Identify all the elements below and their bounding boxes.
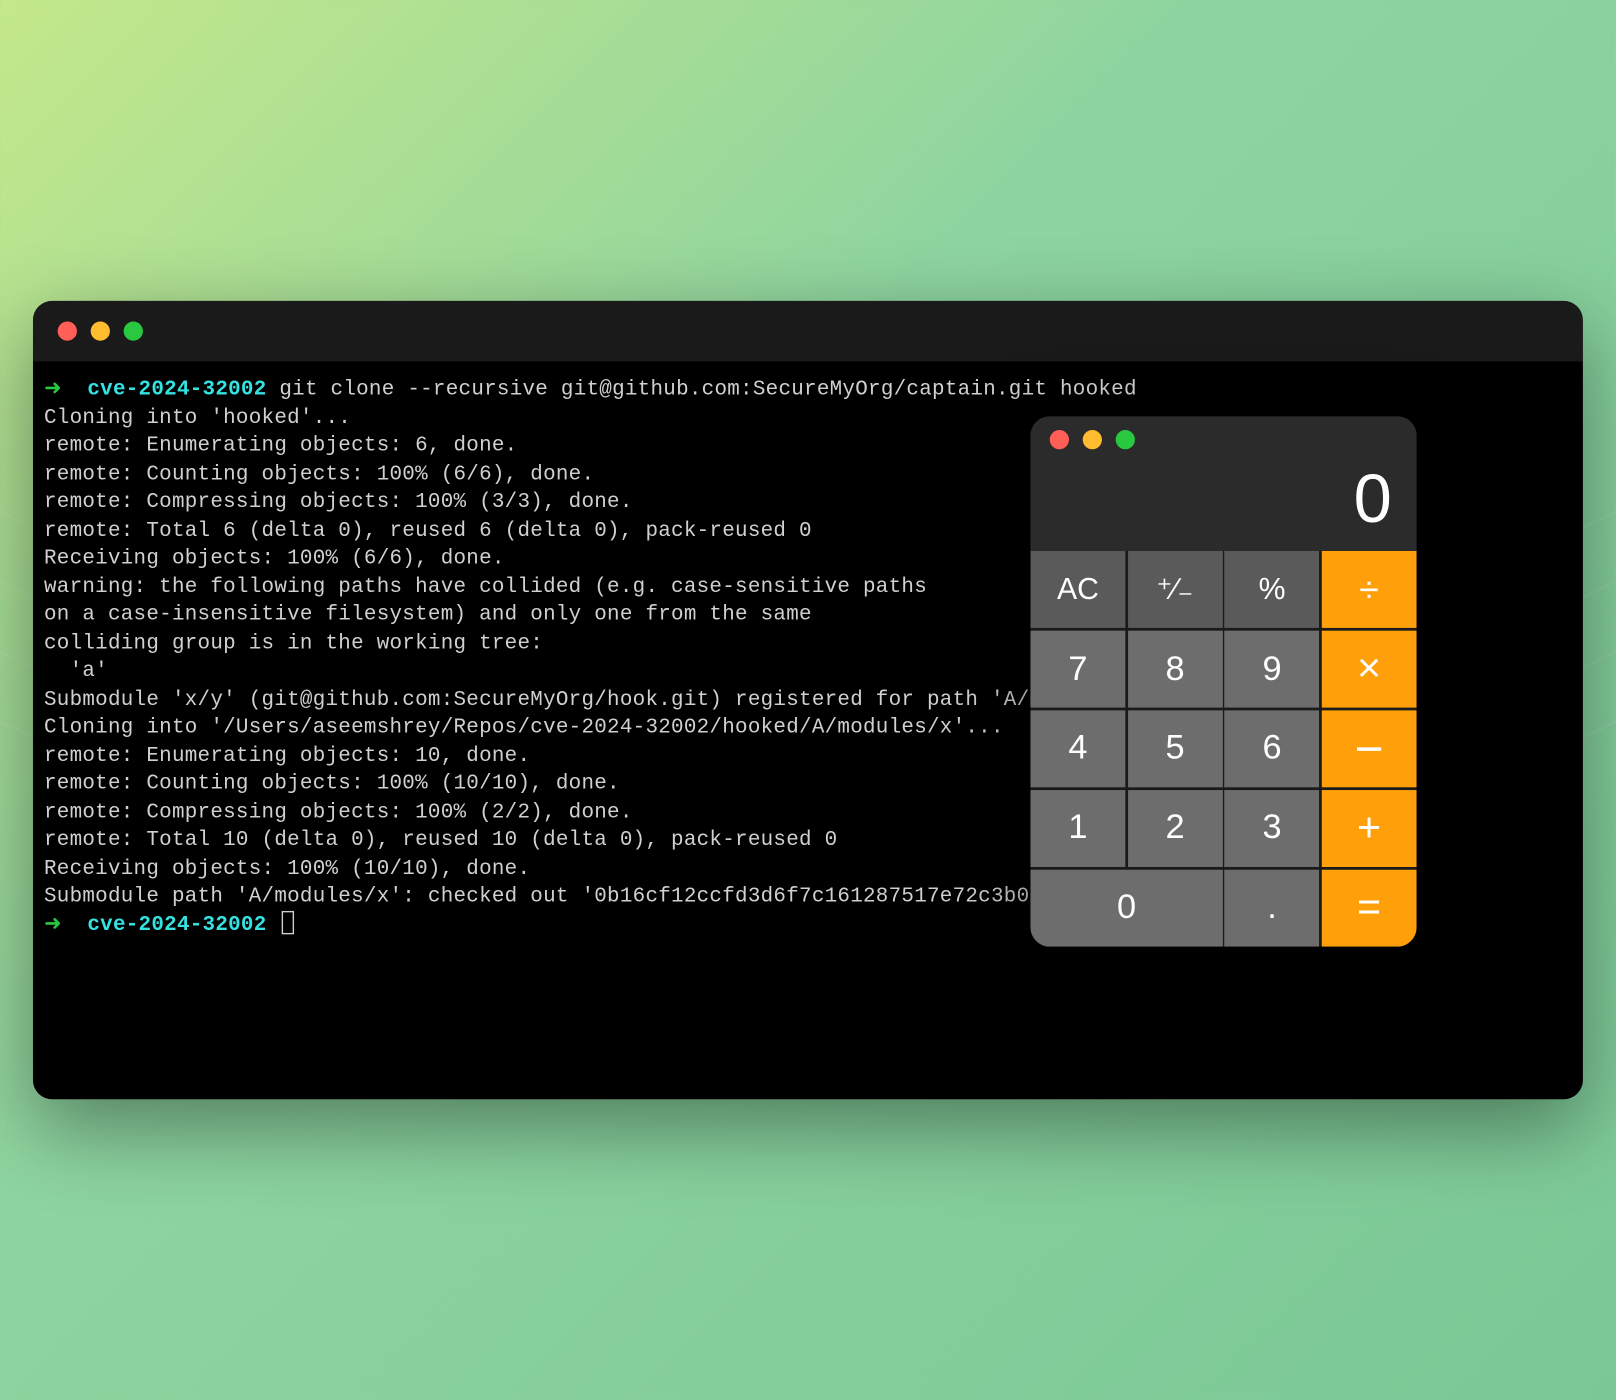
close-icon[interactable]	[58, 322, 77, 341]
prompt-cwd: cve-2024-32002	[87, 376, 266, 401]
ac-button[interactable]: AC	[1031, 551, 1126, 628]
percent-button[interactable]: %	[1225, 551, 1320, 628]
minus-button[interactable]: −	[1322, 710, 1417, 787]
cursor-icon	[282, 910, 294, 933]
zoom-icon[interactable]	[1116, 430, 1135, 449]
prompt-line: ➜ cve-2024-32002 git clone --recursive g…	[44, 375, 1572, 403]
terminal-titlebar[interactable]	[33, 301, 1583, 361]
sign-button[interactable]: ⁺∕₋	[1128, 551, 1223, 628]
eight-button[interactable]: 8	[1128, 631, 1223, 709]
two-button[interactable]: 2	[1128, 790, 1223, 868]
close-icon[interactable]	[1050, 430, 1069, 449]
prompt-arrow-icon: ➜	[44, 376, 62, 401]
six-button[interactable]: 6	[1225, 710, 1320, 787]
prompt-cwd: cve-2024-32002	[87, 912, 266, 937]
zero-button[interactable]: 0	[1031, 869, 1223, 947]
four-button[interactable]: 4	[1031, 710, 1126, 787]
calculator-keypad: AC ⁺∕₋ % ÷ 7 8 9 × 4 5 6 − 1 2 3 + 0 . =	[1031, 551, 1417, 947]
command-text: git clone --recursive git@github.com:Sec…	[279, 376, 1136, 401]
equals-button[interactable]: =	[1322, 869, 1417, 947]
minimize-icon[interactable]	[1083, 430, 1102, 449]
one-button[interactable]: 1	[1031, 790, 1126, 868]
prompt-arrow-icon: ➜	[44, 912, 62, 937]
three-button[interactable]: 3	[1225, 790, 1320, 868]
plus-button[interactable]: +	[1322, 790, 1417, 868]
seven-button[interactable]: 7	[1031, 631, 1126, 709]
multiply-button[interactable]: ×	[1322, 631, 1417, 709]
zoom-icon[interactable]	[124, 322, 143, 341]
nine-button[interactable]: 9	[1225, 631, 1320, 709]
divide-button[interactable]: ÷	[1322, 551, 1417, 628]
calculator-window: 0 AC ⁺∕₋ % ÷ 7 8 9 × 4 5 6 − 1 2 3 + 0 .…	[1031, 416, 1417, 946]
decimal-button[interactable]: .	[1225, 869, 1320, 947]
minimize-icon[interactable]	[91, 322, 110, 341]
calculator-display: 0	[1031, 463, 1417, 551]
calculator-titlebar[interactable]	[1031, 416, 1417, 463]
five-button[interactable]: 5	[1128, 710, 1223, 787]
